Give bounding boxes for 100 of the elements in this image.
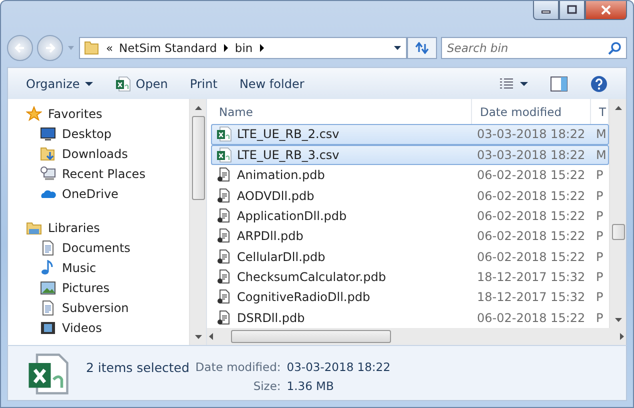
file-icon: [216, 310, 232, 326]
file-name: CognitiveRadioDll.pdb: [212, 289, 473, 306]
detail-value: 1.36 MB: [286, 379, 335, 393]
type-cell-text: P: [595, 229, 604, 244]
close-icon: [601, 5, 611, 15]
scrollbar-thumb[interactable]: [231, 330, 391, 343]
file-icon: [216, 269, 232, 286]
nav-item[interactable]: OneDrive: [26, 184, 189, 204]
maximize-icon: [567, 5, 577, 15]
file-row[interactable]: ARPDll.pdb 06-02-2018 15:22 P: [211, 226, 609, 246]
caret-down-icon: [84, 80, 93, 86]
chevron-right-icon: [258, 44, 265, 52]
file-row[interactable]: CognitiveRadioDll.pdb 18-12-2017 15:32 P: [211, 287, 609, 308]
nav-group[interactable]: Favorites: [26, 104, 189, 124]
file-name: AODVDll.pdb: [212, 188, 473, 204]
type-cell-text: P: [595, 188, 604, 203]
file-name: DSRDll.pdb: [212, 310, 473, 326]
file-icon: [216, 228, 232, 244]
address-bar[interactable]: « NetSim Standard bin: [79, 37, 407, 59]
file-row[interactable]: LTE_UE_RB_2.csv 03-03-2018 18:22 M: [211, 124, 609, 145]
scrollbar[interactable]: [189, 99, 206, 345]
scroll-up-icon: [194, 106, 202, 110]
scrollbar-thumb[interactable]: [192, 116, 204, 200]
nav-item[interactable]: Documents: [26, 238, 189, 258]
file-icon: [216, 188, 232, 204]
date-cell-text: 06-02-2018 15:22: [476, 168, 586, 182]
type-cell-text: M: [595, 148, 608, 162]
toolbar-button[interactable]: Organize: [18, 74, 101, 94]
type-cell-text: P: [595, 168, 604, 182]
nav-item[interactable]: Videos: [26, 318, 189, 338]
file-row[interactable]: LTE_UE_RB_3.csv 03-03-2018 18:22 M: [211, 144, 609, 165]
type-cell-text: M: [595, 127, 608, 142]
scroll-down-icon: [194, 334, 202, 338]
nav-group[interactable]: Libraries: [26, 218, 189, 238]
scroll-down-icon: [614, 318, 622, 322]
breadcrumb-overflow[interactable]: «: [106, 41, 114, 55]
nav-item[interactable]: Music: [26, 258, 189, 278]
nav-item[interactable]: Desktop: [26, 124, 189, 144]
search-icon: [608, 41, 622, 55]
nav-item[interactable]: Recent Places: [26, 164, 189, 184]
toolbar-button[interactable]: New folder: [231, 74, 312, 94]
maximize-button[interactable]: [559, 1, 585, 20]
file-row[interactable]: DSRDll.pdb 06-02-2018 15:22 P: [211, 308, 609, 328]
file-name: ApplicationDll.pdb: [212, 208, 473, 224]
file-name: CellularDll.pdb: [212, 248, 473, 265]
spreadsheet-file-icon: [216, 126, 232, 142]
file-name: LTE_UE_RB_3.csv: [212, 146, 473, 163]
search-field[interactable]: Search bin: [441, 37, 627, 59]
spreadsheet-file-icon: [26, 352, 70, 396]
file-row[interactable]: Animation.pdb 06-02-2018 15:22 P: [211, 164, 609, 186]
folder-icon: [84, 40, 100, 56]
breadcrumb[interactable]: NetSim Standard: [119, 41, 217, 55]
back-button[interactable]: [7, 35, 33, 61]
nav-item[interactable]: Downloads: [26, 144, 189, 164]
file-icon: [216, 289, 232, 306]
file-row[interactable]: CellularDll.pdb 06-02-2018 15:22 P: [211, 246, 609, 267]
scrollbar[interactable]: [609, 99, 626, 328]
date-cell-text: 18-12-2017 15:32: [476, 290, 586, 304]
arrow-right-icon: [44, 42, 56, 54]
horizontal-scrollbar[interactable]: [207, 328, 626, 345]
date-cell-text: 06-02-2018 15:22: [476, 188, 586, 203]
dropdown-arrow-icon: [67, 44, 75, 52]
file-name: ARPDll.pdb: [212, 228, 473, 244]
document-icon: [40, 300, 56, 316]
detail-value: 03-03-2018 18:22: [286, 360, 390, 375]
chevron-right-icon: [222, 44, 229, 52]
file-name: LTE_UE_RB_2.csv: [212, 126, 473, 142]
detail-label: Date modified:: [195, 360, 281, 375]
film-icon: [40, 320, 56, 336]
refresh-icon: [414, 42, 430, 54]
pane-icon: [550, 76, 568, 92]
forward-button[interactable]: [37, 35, 63, 61]
folder-arrow-icon: [40, 146, 56, 162]
selection-summary: 2 items selected: [86, 360, 190, 375]
file-row[interactable]: ApplicationDll.pdb 06-02-2018 15:22 P: [211, 206, 609, 226]
date-cell-text: 03-03-2018 18:22: [476, 148, 586, 162]
type-cell-text: P: [595, 310, 604, 325]
type-cell-text: P: [595, 290, 604, 304]
nav-item[interactable]: Subversion: [26, 298, 189, 318]
date-cell-text: 06-02-2018 15:22: [476, 229, 586, 244]
nav-item[interactable]: Pictures: [26, 278, 189, 298]
toolbar-button[interactable]: Open: [106, 72, 176, 94]
file-row[interactable]: ChecksumCalculator.pdb 18-12-2017 15:32 P: [211, 266, 609, 288]
refresh-button[interactable]: [407, 37, 437, 59]
date-cell-text: 18-12-2017 15:32: [476, 270, 586, 284]
monitor-icon: [40, 126, 56, 142]
type-cell-text: P: [595, 270, 604, 284]
caret-down-icon: [520, 80, 528, 86]
scroll-up-icon: [614, 106, 622, 110]
date-cell-text: 06-02-2018 15:22: [476, 208, 586, 223]
type-cell-text: P: [595, 208, 604, 223]
scrollbar-thumb[interactable]: [612, 224, 624, 240]
library-folder-icon: [26, 220, 42, 236]
close-button[interactable]: [585, 1, 627, 20]
music-note-icon: [40, 260, 56, 276]
date-cell-text: 06-02-2018 15:22: [476, 250, 586, 264]
breadcrumb[interactable]: bin: [234, 41, 253, 55]
file-row[interactable]: AODVDll.pdb 06-02-2018 15:22 P: [211, 185, 609, 206]
toolbar-button[interactable]: Print: [182, 74, 226, 94]
minimize-button[interactable]: [533, 1, 559, 20]
